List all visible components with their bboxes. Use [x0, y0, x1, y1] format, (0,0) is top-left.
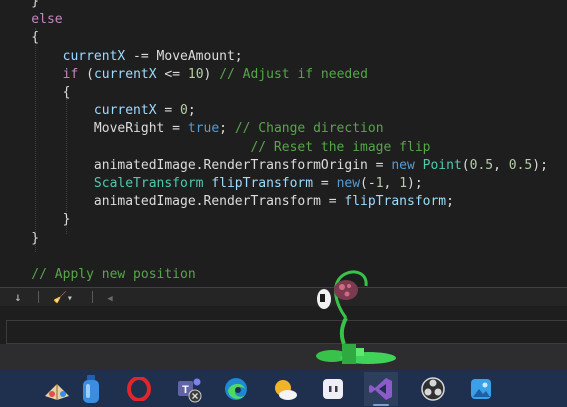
code-token: );	[532, 157, 548, 173]
code-token: ,	[383, 176, 400, 191]
code-line: animatedImage.RenderTransformOrigin = ne…	[0, 157, 548, 175]
code-token: 0	[180, 103, 188, 119]
code-token: (	[78, 66, 94, 82]
bottle-app-icon	[83, 375, 99, 403]
teams-icon: T	[178, 378, 202, 403]
scroll-down-button[interactable]: ↓	[8, 288, 28, 306]
code-token: }	[0, 0, 40, 9]
taskbar: T	[0, 370, 567, 407]
opera-icon	[127, 377, 151, 401]
code-line: }	[0, 230, 39, 248]
clear-all-button[interactable]: 🧹▾	[48, 288, 78, 306]
code-token: if	[0, 66, 79, 82]
taskbar-bottle-app[interactable]	[74, 372, 108, 406]
code-token: {	[0, 85, 71, 100]
code-token: currentX	[93, 66, 157, 82]
code-token: true	[187, 121, 220, 137]
code-line: MoveRight = true; // Change direction	[0, 120, 384, 138]
code-token: Point	[422, 157, 462, 173]
taskbar-chat-app[interactable]	[316, 372, 350, 406]
code-token: =	[156, 103, 181, 119]
obs-icon	[421, 377, 445, 401]
edge-icon	[225, 378, 247, 400]
code-token: (	[461, 157, 470, 173]
code-token: ,	[493, 157, 509, 173]
taskbar-photos[interactable]	[464, 372, 498, 406]
code-token: flipTransform	[344, 194, 447, 210]
code-line: currentX -= MoveAmount;	[0, 48, 243, 66]
taskbar-paint-app[interactable]	[40, 372, 74, 406]
pixel-plant-mascot[interactable]	[312, 266, 408, 370]
code-editor[interactable]: } else { currentX -= MoveAmount; if (cur…	[0, 0, 567, 287]
code-token: // Change direction	[234, 121, 384, 137]
code-token: 0.5	[508, 157, 533, 173]
code-line: animatedImage.RenderTransform = flipTran…	[0, 193, 454, 211]
code-token: 1	[399, 176, 408, 191]
code-token: -= MoveAmount;	[125, 48, 243, 64]
code-line: }	[0, 211, 71, 229]
code-line: // Reset the image flip	[0, 139, 430, 157]
code-line: // Apply new position	[0, 266, 196, 284]
code-token: MoveRight =	[0, 121, 188, 137]
code-token: ;	[187, 103, 196, 119]
toolbar-separator	[38, 291, 39, 303]
code-token: ;	[219, 121, 235, 137]
taskbar-weather[interactable]	[268, 372, 302, 406]
code-token: }	[0, 212, 71, 228]
taskbar-visual-studio[interactable]	[364, 372, 398, 406]
photos-icon	[471, 379, 491, 399]
taskbar-teams[interactable]: T	[172, 372, 206, 406]
code-line: }	[0, 0, 39, 11]
code-token: else	[0, 12, 63, 28]
taskbar-opera[interactable]	[122, 372, 156, 406]
code-line: currentX = 0;	[0, 102, 196, 120]
chevron-down-icon: ▾	[66, 293, 73, 304]
down-arrow-icon: ↓	[14, 290, 22, 304]
active-indicator	[373, 404, 389, 406]
code-token: )	[203, 66, 220, 82]
code-token: // Adjust if needed	[219, 66, 368, 82]
code-token: flipTransform	[211, 176, 314, 191]
code-token: 10	[187, 66, 204, 82]
code-token: =	[313, 176, 337, 191]
code-token: ;	[446, 194, 454, 210]
code-token: {	[0, 30, 40, 46]
code-token: new	[391, 157, 415, 173]
code-token: currentX	[0, 103, 157, 119]
toolbar-separator	[92, 291, 93, 303]
taskbar-obs[interactable]	[416, 372, 450, 406]
output-toolbar: ↓ 🧹▾ ◀	[0, 287, 567, 306]
arrow-left-icon: ◀	[107, 294, 113, 304]
code-line: ScaleTransform flipTransform = new(-1, 1…	[0, 175, 423, 193]
code-line: if (currentX <= 10) // Adjust if needed	[0, 66, 368, 84]
weather-icon	[275, 380, 297, 400]
code-line: else	[0, 11, 63, 29]
paint-app-icon	[45, 384, 69, 400]
code-token: (-	[360, 176, 376, 191]
visual-studio-icon	[369, 378, 392, 400]
brush-icon: 🧹	[53, 291, 67, 304]
output-panel	[0, 306, 567, 344]
code-token: currentX	[0, 48, 126, 64]
code-token: <=	[156, 66, 188, 82]
code-token: 1	[375, 176, 384, 191]
scroll-left-button[interactable]: ◀	[102, 288, 118, 306]
chat-app-icon	[323, 379, 343, 399]
code-line: {	[0, 84, 71, 102]
code-token: // Reset the image flip	[0, 139, 431, 155]
code-token: animatedImage.RenderTransformOrigin =	[0, 157, 392, 173]
code-token: animatedImage.RenderTransform =	[0, 194, 345, 210]
svg-text:T: T	[182, 384, 189, 396]
code-line: {	[0, 29, 39, 47]
code-token: ScaleTransform	[0, 176, 204, 191]
code-token: }	[0, 230, 40, 246]
status-bar	[0, 344, 567, 370]
taskbar-edge[interactable]	[219, 372, 253, 406]
code-token: 0.5	[469, 157, 494, 173]
code-token: );	[407, 176, 423, 191]
code-token: new	[336, 176, 361, 191]
code-token: // Apply new position	[0, 267, 196, 282]
command-input[interactable]	[6, 320, 567, 344]
